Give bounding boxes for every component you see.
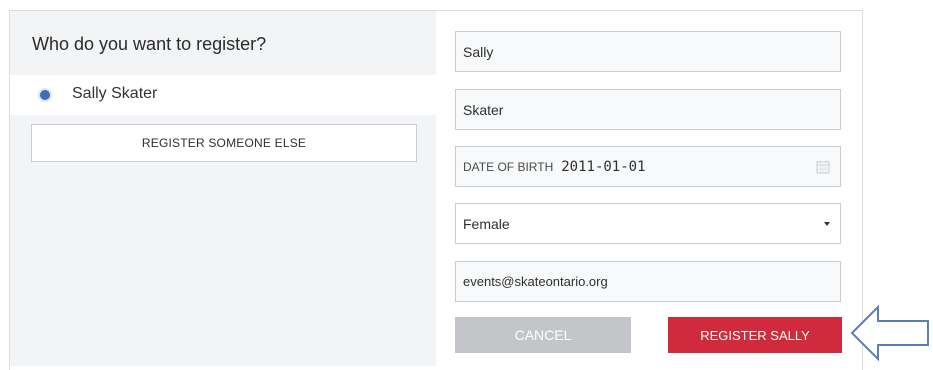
email-input[interactable] [463,274,803,289]
date-of-birth-value[interactable]: 2011-01-01 [561,159,645,175]
register-someone-else-label: REGISTER SOMEONE ELSE [141,136,307,150]
arrow-left-icon [850,304,929,362]
email-field[interactable] [455,261,841,302]
first-name-field[interactable] [455,31,841,72]
register-sally-button[interactable]: REGISTER SALLY [668,317,842,353]
caret-down-icon [824,222,830,226]
skater-radio-button[interactable] [40,90,50,100]
register-someone-else-button[interactable]: REGISTER SOMEONE ELSE [31,124,417,162]
register-question-heading: Who do you want to register? [32,34,267,54]
first-name-input[interactable] [463,43,803,60]
register-button-label: REGISTER SALLY [700,327,810,343]
gender-select[interactable]: Female [455,203,841,244]
date-of-birth-field[interactable]: DATE OF BIRTH 2011-01-01 [455,146,841,187]
date-of-birth-label: DATE OF BIRTH [463,159,554,174]
cancel-button-label: CANCEL [514,327,572,343]
last-name-input[interactable] [463,101,803,118]
gender-selected-value: Female [463,215,510,232]
cancel-button[interactable]: CANCEL [455,317,631,353]
skater-option-label: Sally Skater [72,85,158,102]
last-name-field[interactable] [455,89,841,130]
calendar-icon[interactable] [816,160,830,174]
skater-selection-panel [10,11,436,366]
